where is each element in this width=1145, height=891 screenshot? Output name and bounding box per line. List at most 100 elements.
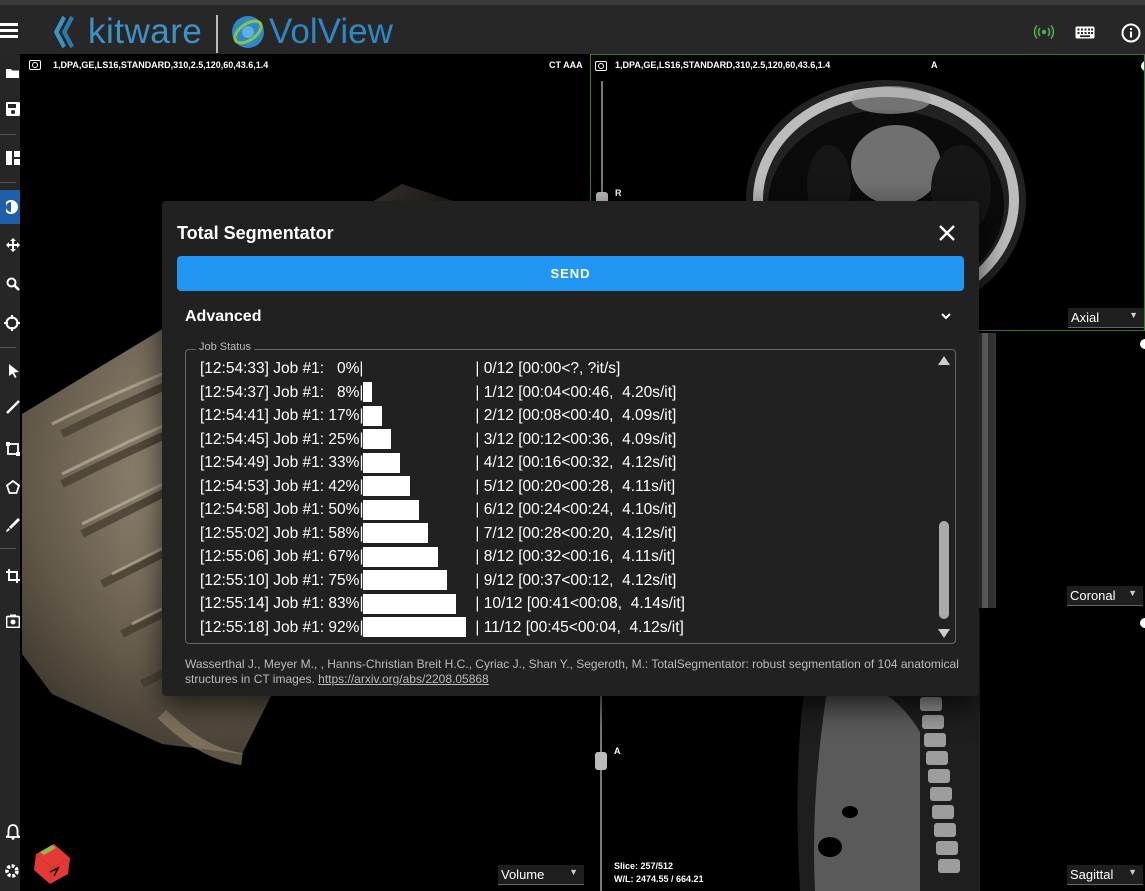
- job-time: [12:54:33] Job #1:: [200, 360, 325, 377]
- layout-icon[interactable]: [0, 141, 20, 175]
- job-progress-detail: | 8/12 [00:32<00:16, 4.11s/it]: [475, 548, 676, 565]
- chevron-down-icon[interactable]: [940, 310, 952, 322]
- volview-app: kitware VolView 1,DPA,GE,LS16,STANDARD,3…: [0, 0, 1145, 891]
- volume-series-name: CT AAA: [549, 60, 583, 70]
- job-progress-detail: | 3/12 [00:12<00:36, 4.09s/it]: [475, 430, 677, 448]
- server-connected-icon[interactable]: [1034, 24, 1054, 40]
- sagittal-slice-slider-thumb[interactable]: [595, 752, 607, 770]
- job-percent: 17%|: [328, 407, 364, 424]
- save-icon[interactable]: [0, 92, 20, 126]
- job-progress-fill: [363, 429, 392, 450]
- job-progress-bar: [363, 382, 475, 403]
- total-segmentator-dialog: Total Segmentator SEND Advanced Job Stat…: [162, 201, 979, 696]
- settings-icon[interactable]: [0, 854, 20, 888]
- window-level-icon[interactable]: [0, 190, 20, 224]
- job-progress-bar: [363, 593, 475, 614]
- scroll-down-icon[interactable]: [938, 629, 950, 638]
- job-progress-bar: [363, 499, 475, 520]
- job-percent: 75%|: [328, 571, 364, 589]
- job-status-box: Job Status [12:54:33] Job #1: 0%| | 0/12 …: [185, 341, 956, 644]
- sagittal-view-handle[interactable]: [1140, 618, 1145, 628]
- scrollbar-thumb[interactable]: [939, 521, 949, 619]
- info-icon[interactable]: [1121, 23, 1141, 43]
- job-percent: 0%|: [336, 360, 364, 377]
- kitware-wordmark: kitware: [88, 12, 203, 51]
- orientation-cube-icon[interactable]: [28, 838, 78, 888]
- job-percent: 58%|: [328, 524, 364, 542]
- job-progress-fill: [363, 617, 467, 638]
- chevron-down-icon: ▼: [569, 867, 578, 877]
- job-time: [12:55:18] Job #1:: [200, 618, 325, 636]
- advanced-panel-header[interactable]: Advanced: [185, 308, 261, 326]
- job-percent: 50%|: [328, 501, 364, 518]
- job-progress-detail: | 0/12 [00:00<?, ?it/s]: [475, 360, 621, 377]
- select-icon[interactable]: [0, 354, 20, 388]
- job-status-line: [12:55:06] Job #1: 67%| | 8/12 [00:32<00:…: [200, 546, 930, 570]
- job-progress-detail: | 7/12 [00:28<00:20, 4.12s/it]: [475, 524, 677, 542]
- pan-icon[interactable]: [0, 228, 20, 262]
- chevron-down-icon: ▼: [1128, 588, 1137, 598]
- job-progress-detail: | 1/12 [00:04<00:46, 4.20s/it]: [475, 383, 677, 401]
- kitware-logo: kitware: [50, 12, 203, 51]
- job-status-log[interactable]: [12:54:33] Job #1: 0%| | 0/12 [00:00<?, ?…: [200, 358, 930, 640]
- zoom-icon[interactable]: [0, 267, 20, 301]
- job-status-line: [12:55:14] Job #1: 83%| | 10/12 [00:41<00…: [200, 593, 930, 617]
- job-time: [12:54:49] Job #1:: [200, 454, 325, 471]
- job-time: [12:55:14] Job #1:: [200, 595, 325, 612]
- job-progress-detail: | 6/12 [00:24<00:24, 4.10s/it]: [475, 501, 677, 518]
- screenshot-view-icon[interactable]: [595, 61, 607, 71]
- sagittal-orientation-label: A: [614, 746, 621, 756]
- sidebar-divider: [0, 548, 16, 549]
- job-progress-bar: [363, 429, 475, 450]
- crosshairs-icon[interactable]: [0, 306, 20, 340]
- job-progress-detail: | 11/12 [00:45<00:04, 4.12s/it]: [475, 618, 684, 636]
- view-type-select-coronal[interactable]: Coronal ▼: [1067, 586, 1143, 606]
- job-status-line: [12:55:10] Job #1: 75%| | 9/12 [00:37<00:…: [200, 570, 930, 594]
- close-icon[interactable]: [936, 222, 958, 244]
- job-time: [12:54:53] Job #1:: [200, 477, 325, 495]
- paint-icon[interactable]: [0, 508, 20, 542]
- rectangle-icon[interactable]: [0, 432, 20, 466]
- job-status-line: [12:54:41] Job #1: 17%| | 2/12 [00:08<00:…: [200, 405, 930, 429]
- job-progress-fill: [363, 499, 420, 520]
- sagittal-slice-info: Slice: 257/512: [614, 861, 674, 871]
- job-percent: 33%|: [328, 454, 364, 471]
- view-type-select-axial[interactable]: Axial ▼: [1068, 308, 1144, 328]
- folder-open-icon[interactable]: [0, 56, 20, 90]
- keyboard-icon[interactable]: [1075, 26, 1095, 39]
- job-status-line: [12:55:18] Job #1: 92%| | 11/12 [00:45<00…: [200, 617, 930, 641]
- coronal-view-handle[interactable]: [1140, 339, 1145, 349]
- job-time: [12:55:10] Job #1:: [200, 571, 325, 589]
- job-progress-fill: [363, 405, 383, 426]
- citation-text: Wasserthal J., Meyer M., , Hanns-Christi…: [185, 657, 959, 686]
- job-time: [12:54:37] Job #1:: [200, 383, 325, 401]
- job-percent: 92%|: [328, 618, 364, 636]
- view-type-select-sagittal[interactable]: Sagittal ▼: [1067, 865, 1143, 885]
- job-progress-bar: [363, 617, 475, 638]
- job-progress-bar: [363, 523, 475, 544]
- job-progress-fill: [363, 546, 439, 567]
- polygon-icon[interactable]: [0, 470, 20, 504]
- citation-link[interactable]: https://arxiv.org/abs/2208.05868: [318, 672, 489, 686]
- job-time: [12:54:41] Job #1:: [200, 407, 325, 424]
- logo-divider: [216, 15, 218, 53]
- ruler-icon[interactable]: [0, 390, 20, 424]
- job-status-line: [12:55:02] Job #1: 58%| | 7/12 [00:28<00:…: [200, 523, 930, 547]
- axial-view-handle[interactable]: [1141, 61, 1144, 71]
- job-progress-bar: [363, 405, 475, 426]
- job-progress-detail: | 2/12 [00:08<00:40, 4.09s/it]: [475, 407, 677, 424]
- job-status-line: [12:54:49] Job #1: 33%| | 4/12 [00:16<00:…: [200, 452, 930, 476]
- crop-icon[interactable]: [0, 559, 20, 593]
- send-button[interactable]: SEND: [177, 256, 964, 291]
- screenshot-icon[interactable]: [0, 604, 20, 638]
- job-progress-detail: | 5/12 [00:20<00:28, 4.11s/it]: [475, 477, 676, 495]
- view-type-label: Axial: [1071, 310, 1100, 325]
- screenshot-view-icon[interactable]: [29, 60, 41, 70]
- scroll-up-icon[interactable]: [938, 356, 950, 365]
- job-time: [12:54:45] Job #1:: [200, 430, 325, 448]
- view-type-select-volume[interactable]: Volume ▼: [498, 865, 584, 885]
- job-progress-detail: | 10/12 [00:41<00:08, 4.14s/it]: [475, 595, 685, 612]
- app-header: kitware VolView: [0, 0, 1145, 54]
- menu-icon[interactable]: [0, 23, 18, 39]
- notifications-icon[interactable]: [0, 815, 20, 849]
